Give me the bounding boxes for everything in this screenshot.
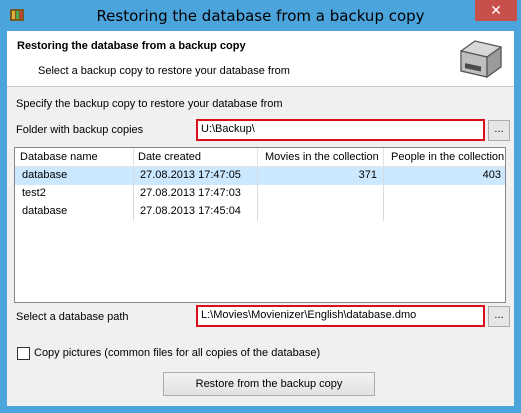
restore-button[interactable]: Restore from the backup copy — [163, 372, 375, 396]
close-icon: ✕ — [490, 2, 502, 18]
row-divider — [383, 167, 384, 185]
column-divider[interactable] — [383, 148, 384, 167]
backup-list-header: Database name Date created Movies in the… — [15, 148, 505, 167]
cell-people: 403 — [482, 169, 501, 181]
table-row[interactable]: database 27.08.2013 17:45:04 — [15, 203, 505, 221]
browse-folder-button[interactable]: ... — [488, 120, 510, 141]
db-path-label: Select a database path — [16, 311, 129, 323]
database-path-field[interactable]: L:\Movies\Movienizer\English\database.dm… — [196, 305, 485, 327]
column-divider[interactable] — [257, 148, 258, 167]
column-header-date[interactable]: Date created — [138, 151, 201, 163]
row-divider — [383, 203, 384, 221]
row-divider — [383, 185, 384, 203]
row-divider — [257, 203, 258, 221]
header-title: Restoring the database from a backup cop… — [17, 40, 246, 52]
table-row[interactable]: database 27.08.2013 17:47:05 371 403 — [15, 167, 505, 185]
cell-name: database — [22, 169, 68, 181]
header-panel: Restoring the database from a backup cop… — [7, 31, 514, 87]
disk-drive-icon — [460, 40, 502, 79]
browse-path-button[interactable]: ... — [488, 306, 510, 327]
cell-name: database — [22, 205, 68, 217]
folder-label: Folder with backup copies — [16, 124, 144, 136]
cell-movies: 371 — [358, 169, 377, 181]
backup-folder-field[interactable]: U:\Backup\ — [196, 119, 485, 141]
cell-name: test2 — [22, 187, 46, 199]
title-bar[interactable]: Restoring the database from a backup cop… — [0, 0, 521, 31]
specify-label: Specify the backup copy to restore your … — [16, 98, 283, 110]
row-divider — [257, 167, 258, 185]
cell-date: 27.08.2013 17:45:04 — [140, 205, 241, 217]
copy-pictures-label[interactable]: Copy pictures (common files for all copi… — [34, 347, 320, 359]
dialog-body: Restoring the database from a backup cop… — [7, 31, 514, 406]
column-header-name[interactable]: Database name — [20, 151, 98, 163]
row-divider — [133, 167, 134, 185]
close-button[interactable]: ✕ — [475, 0, 517, 21]
window-title: Restoring the database from a backup cop… — [96, 7, 425, 25]
column-header-people[interactable]: People in the collection — [391, 151, 504, 163]
copy-pictures-checkbox[interactable] — [17, 347, 30, 360]
cell-date: 27.08.2013 17:47:03 — [140, 187, 241, 199]
row-divider — [133, 203, 134, 221]
backup-list[interactable]: Database name Date created Movies in the… — [14, 147, 506, 303]
header-subtitle: Select a backup copy to restore your dat… — [38, 65, 290, 77]
column-divider[interactable] — [133, 148, 134, 167]
dialog-window: Restoring the database from a backup cop… — [0, 0, 521, 413]
column-header-movies[interactable]: Movies in the collection — [265, 151, 379, 163]
row-divider — [257, 185, 258, 203]
cell-date: 27.08.2013 17:47:05 — [140, 169, 241, 181]
table-row[interactable]: test2 27.08.2013 17:47:03 — [15, 185, 505, 203]
row-divider — [133, 185, 134, 203]
